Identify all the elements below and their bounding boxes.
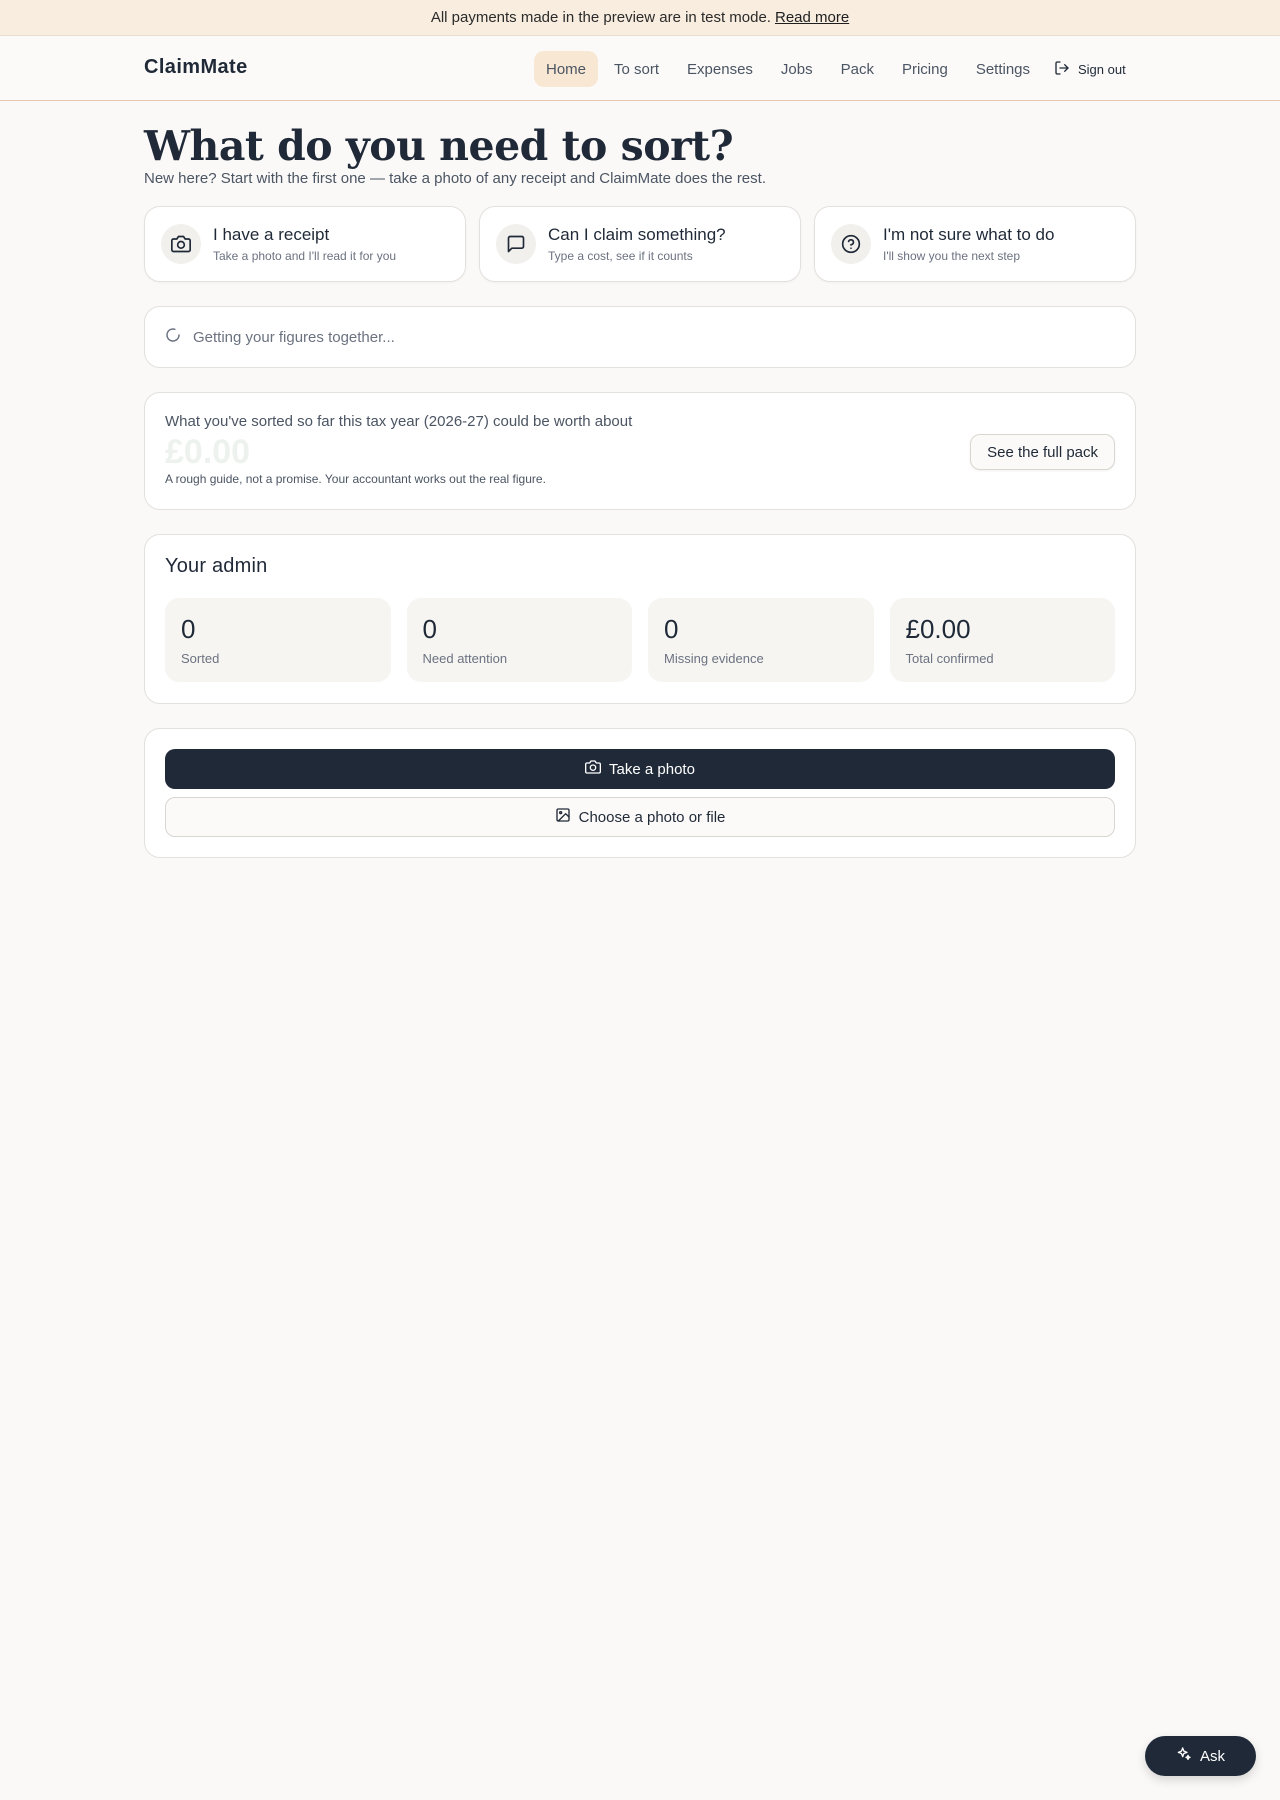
- choose-file-button[interactable]: Choose a photo or file: [165, 797, 1115, 837]
- loading-text: Getting your figures together...: [193, 328, 395, 346]
- stat-need-attention: 0 Need attention: [406, 598, 632, 682]
- worth-label: What you've sorted so far this tax year …: [165, 413, 633, 430]
- image-icon: [555, 807, 571, 827]
- nav-home[interactable]: Home: [534, 51, 599, 87]
- nav-pricing[interactable]: Pricing: [890, 51, 960, 87]
- card-claim[interactable]: Can I claim something? Type a cost, see …: [479, 206, 801, 282]
- sparkles-icon: [1176, 1746, 1192, 1766]
- stat-value: 0: [664, 614, 679, 644]
- nav-settings[interactable]: Settings: [964, 51, 1042, 87]
- worth-panel: What you've sorted so far this tax year …: [144, 392, 1136, 510]
- worth-note: A rough guide, not a promise. Your accou…: [165, 472, 546, 486]
- upload-panel: Take a photo Choose a photo or file: [144, 728, 1136, 858]
- top-header: ClaimMate Home To sort Expenses Jobs Pac…: [0, 36, 1280, 101]
- ask-label: Ask: [1199, 1747, 1225, 1765]
- main-nav: Home To sort Expenses Jobs Pack Pricing …: [534, 51, 1046, 87]
- choose-file-label: Choose a photo or file: [578, 808, 726, 826]
- card-receipt-title: I have a receipt: [213, 225, 330, 244]
- card-not-sure-title: I'm not sure what to do: [883, 225, 1055, 244]
- nav-to-sort[interactable]: To sort: [602, 51, 671, 87]
- card-receipt[interactable]: I have a receipt Take a photo and I'll r…: [144, 206, 466, 282]
- stat-missing-evidence: 0 Missing evidence: [648, 598, 874, 682]
- camera-icon: [585, 759, 602, 779]
- page-subtitle: New here? Start with the first one — tak…: [144, 170, 766, 187]
- stat-value: 0: [422, 614, 437, 644]
- card-receipt-sub: Take a photo and I'll read it for you: [213, 249, 397, 263]
- read-more-link[interactable]: Read more: [775, 9, 849, 26]
- action-cards: I have a receipt Take a photo and I'll r…: [144, 206, 1136, 282]
- stat-sorted: 0 Sorted: [165, 598, 391, 682]
- sign-out-icon: [1054, 60, 1070, 79]
- ask-button[interactable]: Ask: [1145, 1736, 1256, 1776]
- card-not-sure[interactable]: I'm not sure what to do I'll show you th…: [814, 206, 1136, 282]
- stat-label: Sorted: [181, 651, 220, 666]
- nav-expenses[interactable]: Expenses: [675, 51, 765, 87]
- camera-icon: [161, 224, 201, 264]
- card-claim-title: Can I claim something?: [548, 225, 726, 244]
- admin-stats: 0 Sorted 0 Need attention 0 Missing evid…: [165, 598, 1115, 682]
- take-photo-button[interactable]: Take a photo: [165, 749, 1115, 789]
- test-mode-banner: All payments made in the preview are in …: [0, 0, 1280, 36]
- admin-title: Your admin: [165, 555, 268, 577]
- stat-label: Need attention: [422, 651, 508, 666]
- banner-text: All payments made in the preview are in …: [430, 9, 771, 26]
- stat-label: Missing evidence: [664, 651, 764, 666]
- card-claim-sub: Type a cost, see if it counts: [548, 249, 693, 263]
- sign-out-button[interactable]: Sign out: [1054, 51, 1126, 87]
- card-not-sure-sub: I'll show you the next step: [883, 249, 1021, 263]
- sign-out-label: Sign out: [1078, 61, 1126, 77]
- spinner-icon: [165, 327, 181, 347]
- admin-panel: Your admin 0 Sorted 0 Need attention 0 M…: [144, 534, 1136, 704]
- nav-jobs[interactable]: Jobs: [769, 51, 825, 87]
- stat-value: £0.00: [905, 614, 971, 644]
- nav-pack[interactable]: Pack: [829, 51, 886, 87]
- stat-value: 0: [181, 614, 196, 644]
- brand-logo[interactable]: ClaimMate: [144, 56, 248, 79]
- stat-total-confirmed: £0.00 Total confirmed: [889, 598, 1115, 682]
- chat-icon: [496, 224, 536, 264]
- see-full-pack-button[interactable]: See the full pack: [970, 434, 1115, 470]
- page-title: What do you need to sort?: [144, 122, 734, 170]
- stat-label: Total confirmed: [905, 651, 994, 666]
- take-photo-label: Take a photo: [609, 760, 695, 778]
- loading-panel: Getting your figures together...: [144, 306, 1136, 368]
- help-circle-icon: [831, 224, 871, 264]
